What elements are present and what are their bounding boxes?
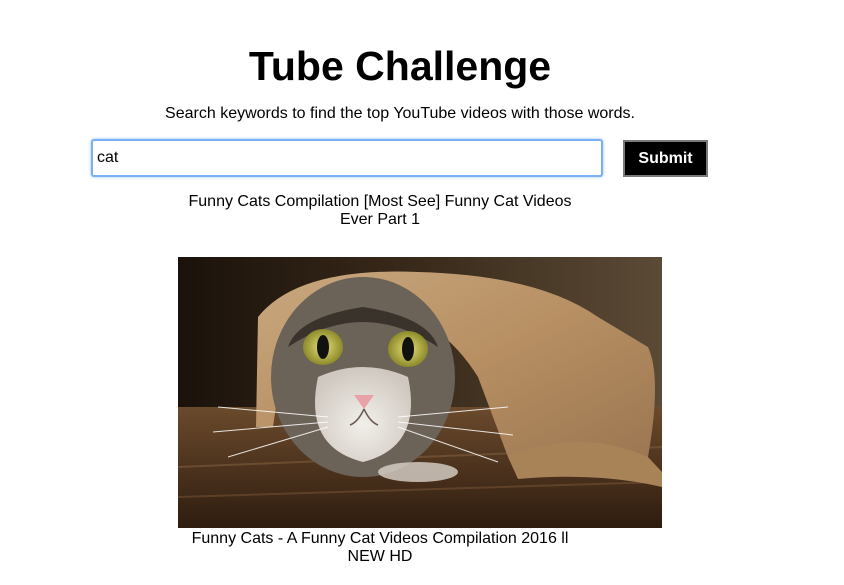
result-title-1[interactable]: Funny Cats Compilation [Most See] Funny … xyxy=(178,193,582,229)
page: Tube Challenge Search keywords to find t… xyxy=(0,0,844,585)
video-thumbnail-1[interactable] xyxy=(178,257,662,528)
submit-button[interactable]: Submit xyxy=(623,140,708,177)
page-title: Tube Challenge xyxy=(248,43,552,89)
search-input[interactable] xyxy=(91,139,603,177)
page-subtitle: Search keywords to find the top YouTube … xyxy=(165,105,635,122)
result-title-2[interactable]: Funny Cats - A Funny Cat Videos Compilat… xyxy=(178,530,582,566)
